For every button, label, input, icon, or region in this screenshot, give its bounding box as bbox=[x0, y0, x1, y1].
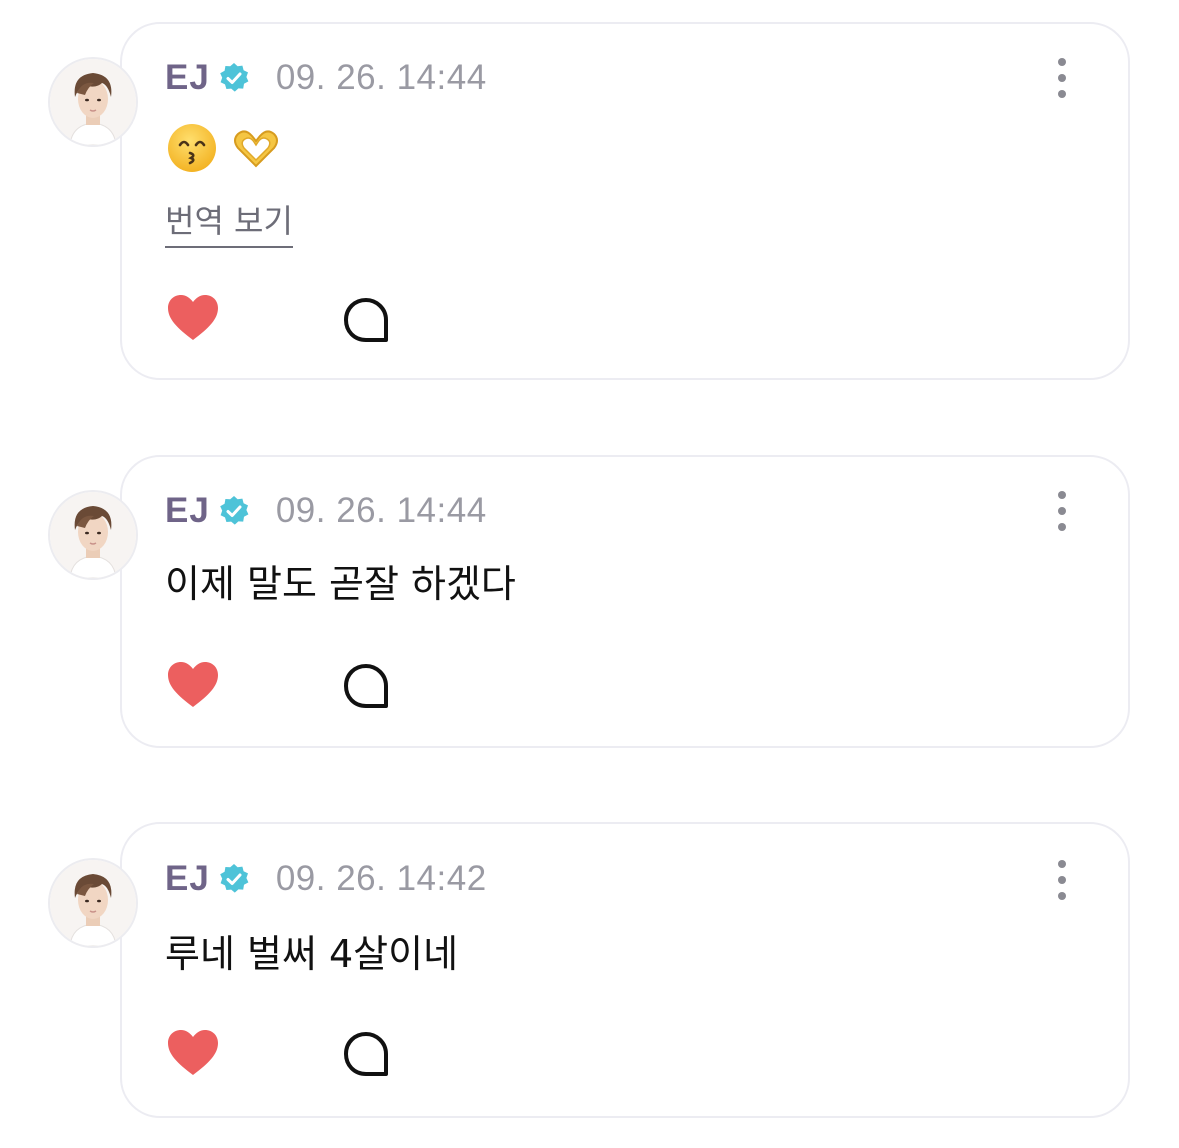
timestamp: 09. 26. 14:44 bbox=[275, 491, 487, 530]
timestamp: 09. 26. 14:44 bbox=[275, 58, 487, 97]
post-text: 이제 말도 곧잘 하겠다 bbox=[165, 562, 516, 606]
avatar[interactable] bbox=[48, 490, 138, 580]
post-meta: EJ 09. 26. 14:42 bbox=[165, 859, 487, 899]
translate-link[interactable]: 번역 보기 bbox=[165, 196, 293, 248]
avatar[interactable] bbox=[48, 57, 138, 147]
verified-badge-icon bbox=[218, 863, 250, 895]
comment-icon[interactable] bbox=[342, 662, 390, 710]
verified-badge-icon bbox=[218, 495, 250, 527]
author-name[interactable]: EJ bbox=[165, 859, 210, 899]
post-text: 루네 벌써 4살이네 bbox=[165, 932, 459, 976]
verified-badge-icon bbox=[218, 62, 250, 94]
more-vertical-icon[interactable] bbox=[1050, 858, 1074, 902]
author-name[interactable]: EJ bbox=[165, 491, 210, 531]
timestamp: 09. 26. 14:42 bbox=[275, 859, 487, 898]
post-meta: EJ 09. 26. 14:44 bbox=[165, 491, 487, 531]
heart-icon[interactable] bbox=[166, 660, 220, 710]
avatar[interactable] bbox=[48, 858, 138, 948]
comment-icon[interactable] bbox=[342, 1030, 390, 1078]
post-meta: EJ 09. 26. 14:44 bbox=[165, 58, 487, 98]
kissing-face-emoji-icon bbox=[166, 122, 218, 174]
heart-hands-emoji-icon bbox=[228, 126, 284, 170]
heart-icon[interactable] bbox=[166, 293, 220, 343]
post-emojis bbox=[166, 122, 284, 174]
more-vertical-icon[interactable] bbox=[1050, 489, 1074, 533]
comment-icon[interactable] bbox=[342, 296, 390, 344]
author-name[interactable]: EJ bbox=[165, 58, 210, 98]
more-vertical-icon[interactable] bbox=[1050, 56, 1074, 100]
heart-icon[interactable] bbox=[166, 1028, 220, 1078]
